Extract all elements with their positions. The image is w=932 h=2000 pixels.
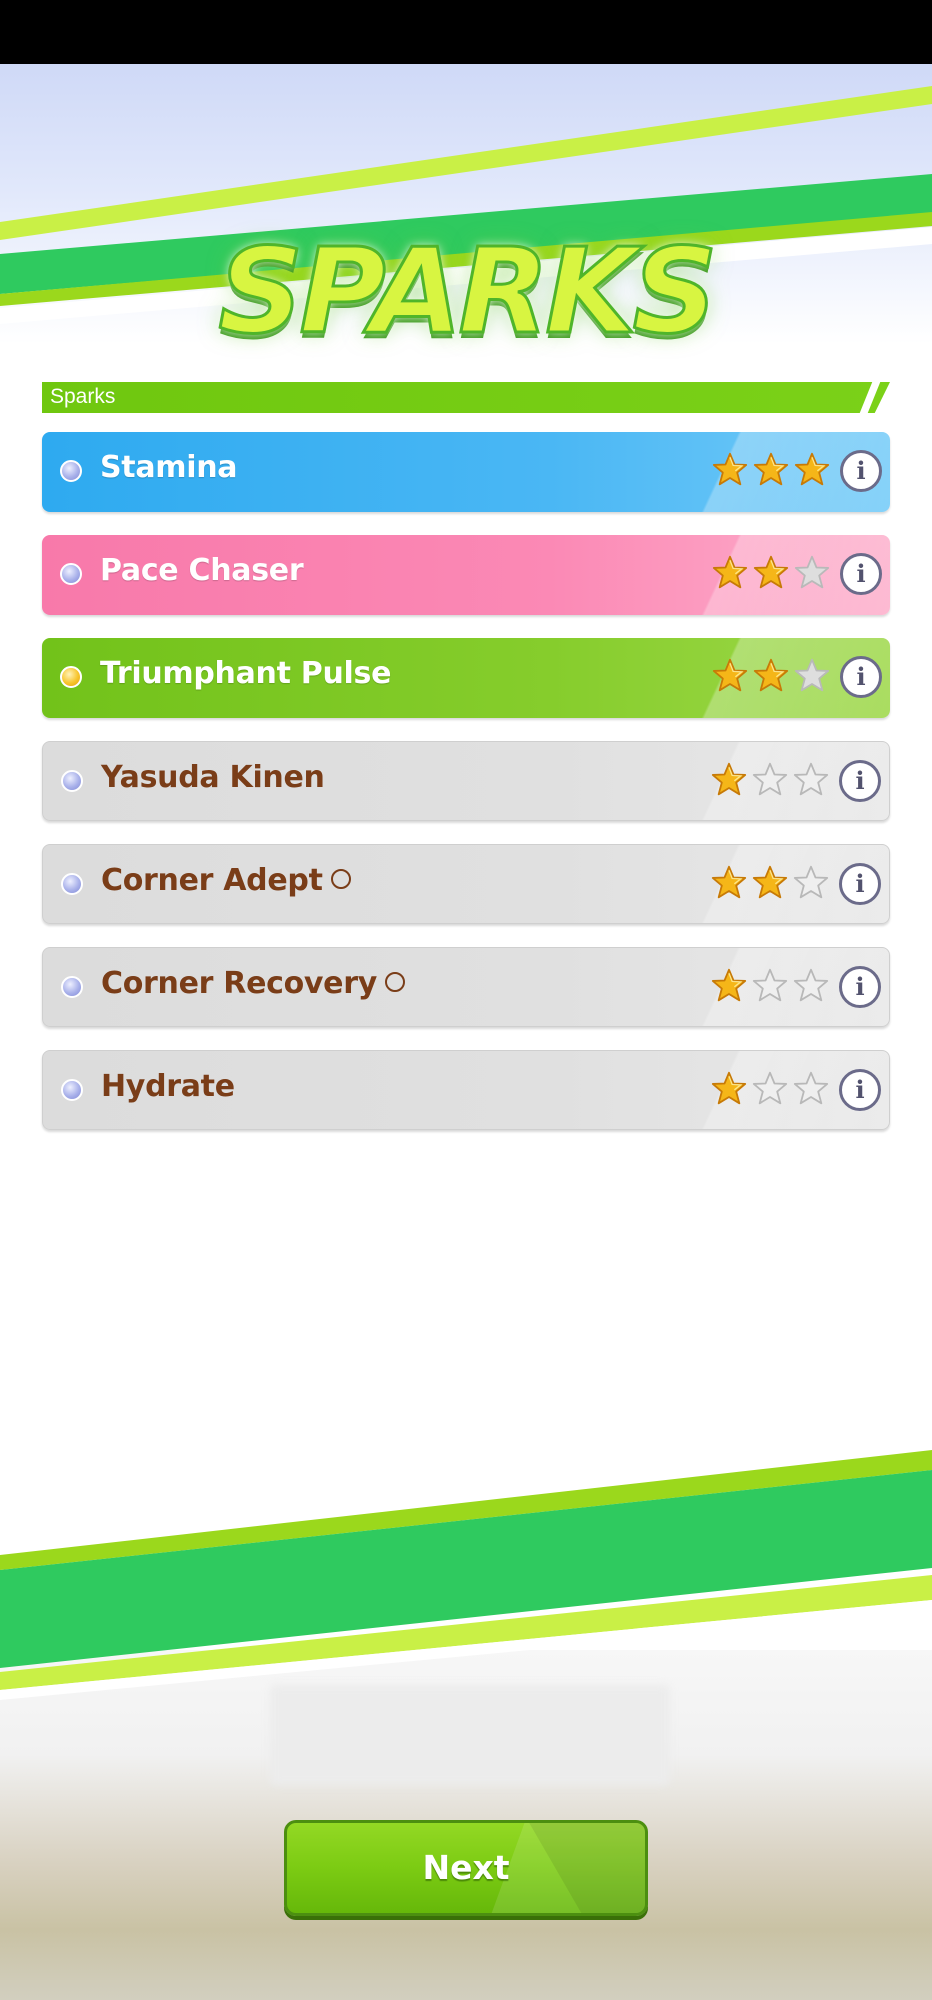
star-filled-icon [752, 864, 788, 904]
blue-gem-icon [60, 563, 82, 585]
gold-gem-icon [60, 666, 82, 688]
info-icon[interactable]: i [839, 863, 881, 905]
blue-gem-icon [61, 976, 83, 998]
status-bar [0, 0, 932, 64]
blue-gem-icon [61, 770, 83, 792]
next-button-label: Next [422, 1848, 510, 1887]
spark-row[interactable]: Corner Recovery i [42, 947, 890, 1027]
star-empty-icon [793, 1070, 829, 1110]
star-filled-icon [753, 554, 789, 594]
blue-gem-icon [61, 873, 83, 895]
section-header-label: Sparks [50, 385, 116, 408]
spark-row[interactable]: Stamina i [42, 432, 890, 512]
page-title: SPARKS [217, 221, 719, 362]
star-empty-icon [793, 761, 829, 801]
star-filled-icon [753, 657, 789, 697]
star-filled-icon [711, 864, 747, 904]
info-icon[interactable]: i [840, 553, 882, 595]
star-filled-icon [753, 451, 789, 491]
star-rating [711, 967, 829, 1007]
star-empty-icon [752, 1070, 788, 1110]
star-rating [711, 761, 829, 801]
spark-row[interactable]: Triumphant Pulse i [42, 638, 890, 718]
star-empty-icon [794, 554, 830, 594]
info-icon[interactable]: i [840, 656, 882, 698]
spark-label: Corner Recovery [101, 966, 405, 1001]
footer-banner [0, 1450, 932, 2000]
next-button[interactable]: Next [284, 1820, 648, 1916]
star-rating [712, 554, 830, 594]
star-rating [711, 864, 829, 904]
spark-label: Pace Chaser [100, 553, 304, 588]
info-icon[interactable]: i [839, 966, 881, 1008]
footer-stripes [0, 1450, 932, 1700]
spark-row[interactable]: Corner Adept i [42, 844, 890, 924]
spark-label: Hydrate [101, 1069, 235, 1104]
info-icon[interactable]: i [839, 760, 881, 802]
blue-gem-icon [61, 1079, 83, 1101]
star-empty-icon [793, 864, 829, 904]
spark-row[interactable]: Hydrate i [42, 1050, 890, 1130]
star-rating [712, 451, 830, 491]
star-filled-icon [712, 657, 748, 697]
spark-row[interactable]: Yasuda Kinen i [42, 741, 890, 821]
star-filled-icon [711, 967, 747, 1007]
info-icon[interactable]: i [839, 1069, 881, 1111]
star-filled-icon [711, 1070, 747, 1110]
blue-gem-icon [60, 460, 82, 482]
spark-label: Yasuda Kinen [101, 760, 325, 795]
circle-icon [384, 971, 405, 992]
star-filled-icon [794, 451, 830, 491]
spark-row[interactable]: Pace Chaser i [42, 535, 890, 615]
circle-icon [330, 868, 351, 889]
star-empty-icon [793, 967, 829, 1007]
star-empty-icon [752, 967, 788, 1007]
spark-label: Triumphant Pulse [100, 656, 392, 691]
star-empty-icon [794, 657, 830, 697]
star-rating [712, 657, 830, 697]
spark-label: Stamina [100, 450, 238, 485]
star-filled-icon [712, 451, 748, 491]
star-rating [711, 1070, 829, 1110]
section-header: Sparks [42, 382, 890, 413]
star-empty-icon [752, 761, 788, 801]
spark-label: Corner Adept [101, 863, 351, 898]
star-filled-icon [711, 761, 747, 801]
info-icon[interactable]: i [840, 450, 882, 492]
star-filled-icon [712, 554, 748, 594]
